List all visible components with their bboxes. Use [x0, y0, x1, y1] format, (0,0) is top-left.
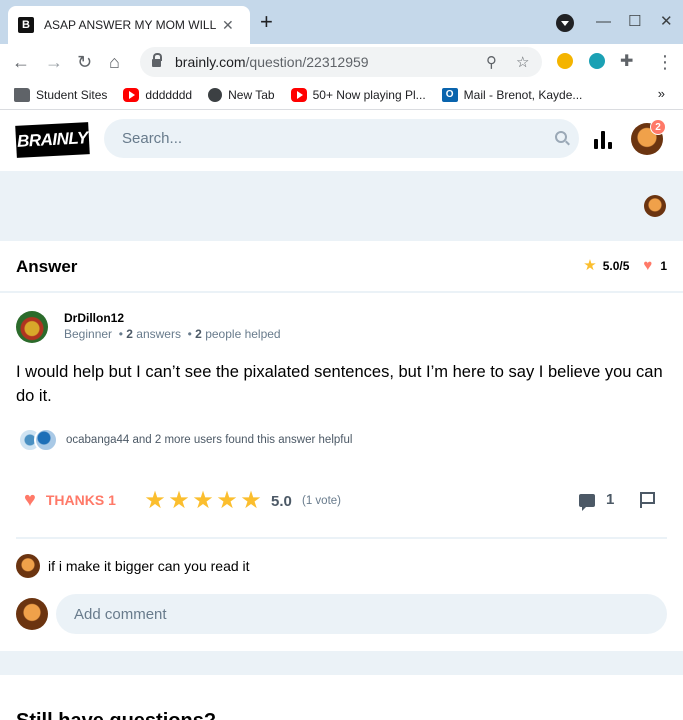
folder-icon	[14, 87, 30, 102]
asker-avatar[interactable]	[644, 195, 666, 217]
author-helped-label: people helped	[205, 327, 281, 341]
tab-search-icon[interactable]	[556, 14, 574, 32]
close-window-icon[interactable]: ✕	[660, 12, 673, 32]
search-bar	[104, 119, 579, 158]
author-answers-label: answers	[136, 327, 181, 341]
author-rank: Beginner	[64, 327, 113, 341]
bookmark-student-sites[interactable]: Student Sites	[14, 87, 108, 102]
star-icon[interactable]: ★	[191, 488, 215, 514]
still-have-questions-heading: Still have questions?	[16, 710, 216, 720]
author-meta: Beginner • 2 answers • 2 people helped	[64, 327, 281, 341]
star-icon[interactable]: ★	[167, 488, 191, 514]
site-header: BRAINLY 2	[0, 111, 683, 171]
search-icon[interactable]	[555, 131, 567, 143]
author-avatar[interactable]	[16, 311, 48, 343]
helper-avatar[interactable]	[34, 428, 58, 452]
star-icon[interactable]: ★	[239, 488, 263, 514]
tab-title: ASAP ANSWER MY MOM WILL G	[44, 18, 216, 32]
section-separator	[0, 651, 683, 675]
new-tab-button[interactable]: +	[260, 11, 273, 33]
location-pin-icon[interactable]: ⚲	[486, 53, 497, 71]
forward-icon[interactable]: →	[45, 50, 63, 74]
bookmark-ddddddd[interactable]: ddddddd	[123, 87, 193, 102]
star-icon: ★	[583, 257, 597, 274]
star-icon[interactable]: ★	[143, 488, 167, 514]
browser-tab-bar: B ASAP ANSWER MY MOM WILL G ✕ + — ☐ ✕	[0, 0, 683, 44]
outlook-icon: O	[441, 87, 458, 102]
back-icon[interactable]: ←	[12, 50, 30, 74]
home-icon[interactable]: ⌂	[109, 50, 120, 74]
menu-kebab-icon[interactable]: ⋮	[656, 50, 674, 74]
browser-tab[interactable]: B ASAP ANSWER MY MOM WILL G ✕	[8, 6, 250, 44]
brainly-favicon-icon: B	[18, 17, 34, 33]
browser-toolbar: ← → ↻ ⌂ brainly.com/question/22312959 ⚲ …	[0, 44, 683, 80]
bookmark-new-tab[interactable]: New Tab	[208, 87, 275, 102]
answer-text: I would help but I can’t see the pixalat…	[16, 363, 663, 405]
more-bookmarks-icon[interactable]: »	[658, 86, 665, 101]
bookmark-label: Mail - Brenot, Kayde...	[463, 87, 583, 102]
star-rating[interactable]: ★ ★ ★ ★ ★	[143, 488, 263, 514]
add-comment-row	[16, 594, 667, 634]
comment-icon[interactable]	[579, 494, 595, 511]
brainly-logo[interactable]: BRAINLY	[15, 122, 90, 158]
commenter-avatar[interactable]	[16, 554, 40, 578]
likes-count: 1	[660, 259, 667, 273]
thanks-label: THANKS 1	[45, 492, 116, 508]
lock-icon[interactable]	[152, 52, 162, 68]
notification-badge[interactable]: 2	[650, 119, 666, 135]
rating-value: 5.0	[271, 493, 292, 510]
stats-icon[interactable]	[594, 131, 612, 149]
extension-vpn-icon[interactable]	[589, 53, 605, 69]
rating-summary-text: 5.0/5	[602, 259, 630, 273]
close-tab-icon[interactable]: ✕	[222, 17, 234, 34]
extensions-puzzle-icon[interactable]: ✚	[620, 50, 633, 74]
search-input[interactable]	[122, 130, 542, 147]
url-text[interactable]: brainly.com/question/22312959	[175, 54, 369, 70]
bookmark-star-icon[interactable]: ☆	[516, 53, 529, 71]
author-answers-count: 2	[126, 327, 133, 341]
answer-author: DrDillon12 Beginner • 2 answers • 2 peop…	[16, 311, 676, 347]
minimize-icon[interactable]: —	[596, 12, 611, 32]
comment-text: if i make it bigger can you read it	[48, 558, 250, 574]
comment-count[interactable]: 1	[606, 491, 614, 508]
author-helped-count: 2	[195, 327, 202, 341]
bookmark-label: ddddddd	[145, 87, 193, 102]
youtube-icon	[290, 87, 307, 102]
reload-icon[interactable]: ↻	[77, 50, 92, 74]
author-name[interactable]: DrDillon12	[64, 311, 124, 325]
maximize-icon[interactable]: ☐	[628, 12, 641, 32]
add-comment-input[interactable]	[56, 594, 667, 634]
address-bar[interactable]: brainly.com/question/22312959 ⚲ ☆	[140, 47, 542, 77]
divider	[16, 537, 667, 539]
bookmark-mail[interactable]: O Mail - Brenot, Kayde...	[441, 87, 583, 102]
comment-item: if i make it bigger can you read it	[16, 554, 250, 578]
heart-icon: ♥	[24, 489, 36, 511]
helpful-users: ocabanga44 and 2 more users found this a…	[18, 427, 352, 453]
vote-count: (1 vote)	[302, 495, 341, 507]
answer-rating-summary: ★ 5.0/5 ♥ 1	[583, 257, 667, 274]
globe-icon	[208, 87, 223, 102]
answer-header: Answer ★ 5.0/5 ♥ 1	[0, 241, 683, 293]
thanks-button[interactable]: ♥ THANKS 1	[24, 490, 116, 510]
answer-heading: Answer	[16, 257, 78, 276]
youtube-icon	[123, 87, 140, 102]
bookmark-label: Student Sites	[36, 87, 108, 102]
current-user-avatar[interactable]	[16, 598, 48, 630]
extension-honey-icon[interactable]	[557, 53, 573, 69]
question-footer-band	[0, 171, 683, 241]
helpful-text: ocabanga44 and 2 more users found this a…	[66, 434, 353, 446]
answer-actions: ♥ THANKS 1 ★ ★ ★ ★ ★ 5.0 (1 vote) 1	[16, 484, 667, 520]
bookmarks-bar: Student Sites ddddddd New Tab 50+ Now pl…	[0, 80, 683, 110]
heart-icon: ♥	[643, 257, 653, 274]
bookmark-label: New Tab	[228, 87, 275, 102]
bookmark-now-playing[interactable]: 50+ Now playing Pl...	[290, 87, 426, 102]
bookmark-label: 50+ Now playing Pl...	[312, 87, 426, 102]
flag-icon[interactable]	[640, 492, 655, 508]
star-icon[interactable]: ★	[215, 488, 239, 514]
